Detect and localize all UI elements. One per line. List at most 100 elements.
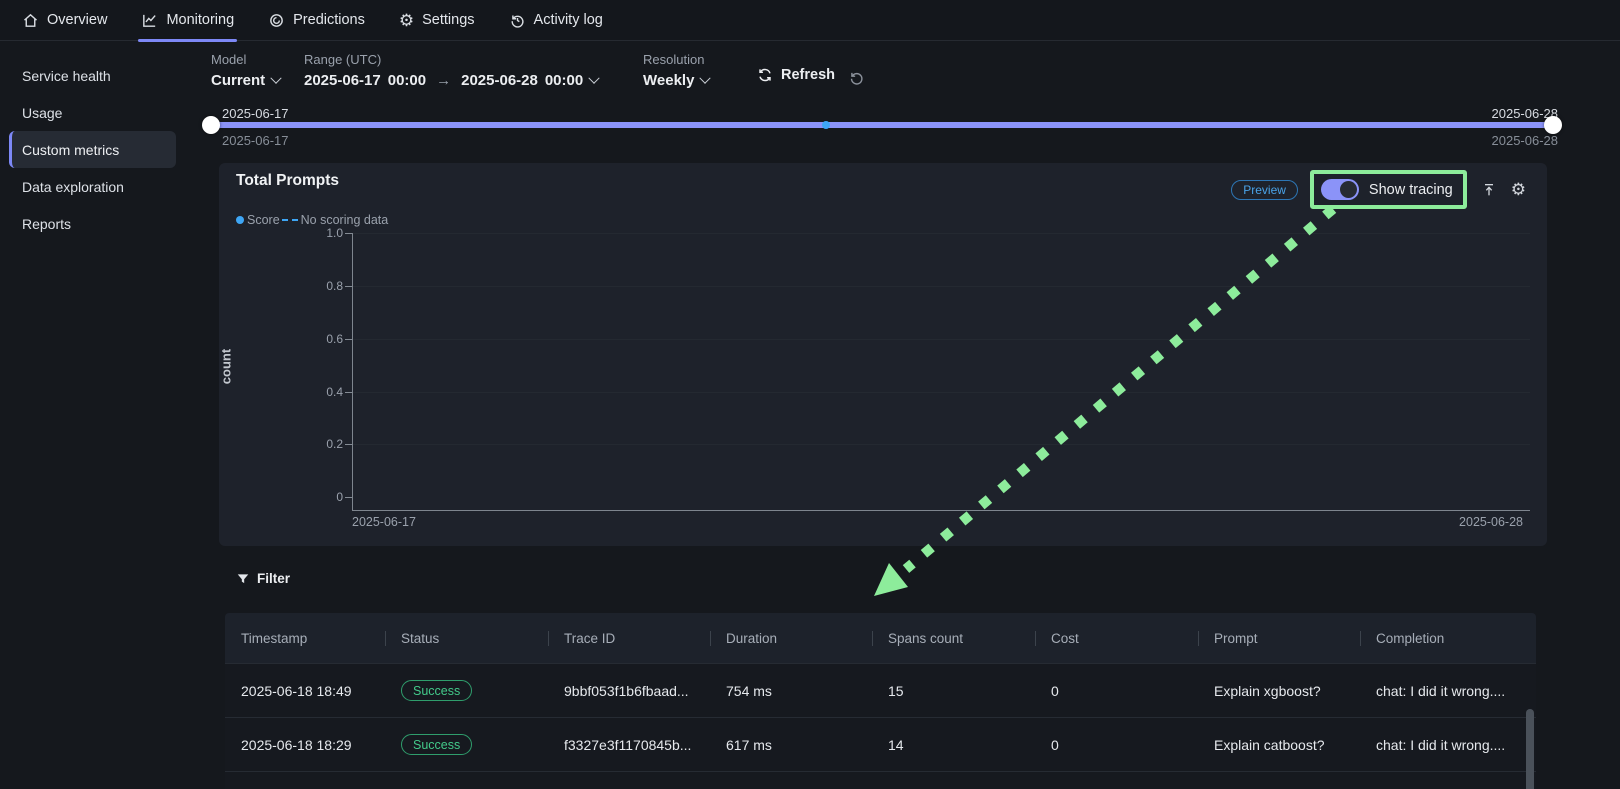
cell-cost: 0 bbox=[1035, 737, 1198, 753]
range-start-time: 00:00 bbox=[388, 72, 426, 89]
slider-end-value: 2025-06-28 bbox=[1492, 133, 1559, 148]
chart-legend: Score No scoring data bbox=[236, 213, 388, 227]
cell-status: Success bbox=[385, 680, 548, 701]
tab-settings[interactable]: ⚙ Settings bbox=[399, 0, 475, 41]
tab-label: Overview bbox=[47, 12, 107, 28]
slider-handle-end[interactable] bbox=[1544, 116, 1562, 134]
table-scrollbar-thumb[interactable] bbox=[1526, 709, 1534, 789]
model-value: Current bbox=[211, 72, 265, 89]
y-axis-line bbox=[352, 233, 353, 510]
y-tick-mark bbox=[345, 339, 352, 340]
column-header-status[interactable]: Status bbox=[385, 631, 548, 646]
status-badge: Success bbox=[401, 734, 472, 755]
gridline bbox=[352, 444, 1530, 445]
legend-label: No scoring data bbox=[301, 213, 389, 227]
undo-icon[interactable] bbox=[848, 69, 865, 86]
range-selector-block: Range (UTC) 2025-06-17 00:00 → 2025-06-2… bbox=[304, 52, 598, 89]
x-axis-start-label: 2025-06-17 bbox=[352, 515, 416, 529]
column-header-completion[interactable]: Completion bbox=[1360, 631, 1523, 646]
y-axis-title: count bbox=[219, 322, 234, 412]
show-tracing-toggle[interactable] bbox=[1321, 179, 1359, 200]
cell-duration: 754 ms bbox=[710, 683, 872, 699]
gridline bbox=[352, 233, 1530, 234]
home-icon bbox=[22, 12, 39, 29]
history-icon bbox=[509, 12, 526, 29]
slider-start-value: 2025-06-17 bbox=[222, 133, 289, 148]
preview-badge: Preview bbox=[1231, 180, 1298, 200]
resolution-value: Weekly bbox=[643, 72, 694, 89]
sidebar-item-usage[interactable]: Usage bbox=[9, 94, 176, 131]
target-icon bbox=[268, 12, 285, 29]
upload-icon[interactable] bbox=[1481, 182, 1497, 198]
cell-trace-id: 9bbf053f1b6fbaad... bbox=[548, 683, 710, 699]
legend-item-no-scoring-data[interactable]: No scoring data bbox=[280, 213, 389, 227]
slider-handle-start[interactable] bbox=[202, 116, 220, 134]
gridline bbox=[352, 286, 1530, 287]
y-tick-label: 0 bbox=[307, 490, 343, 504]
gridline bbox=[352, 339, 1530, 340]
gridline bbox=[352, 392, 1530, 393]
table-row[interactable]: 2025-06-18 18:29 Success f3327e3f1170845… bbox=[225, 717, 1536, 771]
table-row[interactable]: 2025-06-18 18:49 Success 9bbf053f1b6fbaa… bbox=[225, 663, 1536, 717]
filter-control[interactable]: Filter bbox=[236, 571, 290, 586]
tab-label: Settings bbox=[422, 12, 474, 28]
resolution-selector-block: Resolution Weekly bbox=[643, 52, 709, 89]
refresh-button[interactable]: Refresh bbox=[757, 67, 835, 83]
column-header-prompt[interactable]: Prompt bbox=[1198, 631, 1360, 646]
range-end-date: 2025-06-28 bbox=[461, 72, 538, 89]
funnel-icon bbox=[236, 572, 250, 586]
column-header-timestamp[interactable]: Timestamp bbox=[225, 631, 385, 646]
cell-spans-count: 14 bbox=[872, 737, 1035, 753]
model-dropdown[interactable]: Current bbox=[211, 72, 280, 89]
sidebar-item-service-health[interactable]: Service health bbox=[9, 57, 176, 94]
y-tick-label: 0.4 bbox=[307, 385, 343, 399]
table-row-partial bbox=[225, 771, 1536, 788]
cell-prompt: Explain xgboost? bbox=[1198, 683, 1360, 699]
chevron-down-icon bbox=[271, 72, 282, 83]
sidebar-item-reports[interactable]: Reports bbox=[9, 205, 176, 242]
resolution-dropdown[interactable]: Weekly bbox=[643, 72, 709, 89]
main-content: Model Current Range (UTC) 2025-06-17 00:… bbox=[196, 41, 1620, 789]
y-tick-label: 0.2 bbox=[307, 437, 343, 451]
x-axis-line bbox=[352, 510, 1530, 511]
traces-table: Timestamp Status Trace ID Duration Spans… bbox=[225, 613, 1536, 789]
annotation-highlight-box: Show tracing bbox=[1310, 170, 1467, 209]
gear-icon[interactable]: ⚙ bbox=[1511, 181, 1526, 198]
cell-spans-count: 15 bbox=[872, 683, 1035, 699]
legend-dot-icon bbox=[236, 216, 244, 224]
chart-title: Total Prompts bbox=[236, 172, 339, 190]
y-tick-mark bbox=[345, 286, 352, 287]
cell-completion: chat: I did it wrong.... bbox=[1360, 683, 1523, 699]
sidebar-item-custom-metrics[interactable]: Custom metrics bbox=[9, 131, 176, 168]
y-tick-mark bbox=[345, 444, 352, 445]
tab-overview[interactable]: Overview bbox=[22, 0, 107, 41]
top-nav: Overview Monitoring Predictions ⚙ Settin… bbox=[0, 0, 1620, 41]
column-header-cost[interactable]: Cost bbox=[1035, 631, 1198, 646]
tab-predictions[interactable]: Predictions bbox=[268, 0, 365, 41]
range-arrow: → bbox=[433, 72, 454, 89]
tab-label: Activity log bbox=[534, 12, 603, 28]
column-header-trace-id[interactable]: Trace ID bbox=[548, 631, 710, 646]
cell-prompt: Explain catboost? bbox=[1198, 737, 1360, 753]
column-header-spans-count[interactable]: Spans count bbox=[872, 631, 1035, 646]
range-start-date: 2025-06-17 bbox=[304, 72, 381, 89]
model-label: Model bbox=[211, 52, 280, 67]
y-tick-mark bbox=[345, 233, 352, 234]
y-tick-mark bbox=[345, 497, 352, 498]
tab-activity-log[interactable]: Activity log bbox=[509, 0, 603, 41]
refresh-icon bbox=[757, 67, 773, 83]
model-selector-block: Model Current bbox=[211, 52, 280, 89]
range-dropdown[interactable]: 2025-06-17 00:00 → 2025-06-28 00:00 bbox=[304, 72, 598, 89]
cell-trace-id: f3327e3f1170845b... bbox=[548, 737, 710, 753]
tab-monitoring[interactable]: Monitoring bbox=[141, 0, 234, 41]
cell-timestamp: 2025-06-18 18:49 bbox=[225, 683, 385, 699]
chart-actions: Preview Show tracing ⚙ bbox=[1231, 170, 1526, 209]
legend-label: Score bbox=[247, 213, 280, 227]
sidebar-item-data-exploration[interactable]: Data exploration bbox=[9, 168, 176, 205]
date-range-slider: 2025-06-17 2025-06-17 2025-06-28 2025-06… bbox=[196, 101, 1620, 156]
y-tick-label: 0.6 bbox=[307, 332, 343, 346]
column-header-duration[interactable]: Duration bbox=[710, 631, 872, 646]
legend-item-score[interactable]: Score bbox=[236, 213, 280, 227]
slider-track[interactable] bbox=[205, 122, 1559, 128]
y-tick-label: 1.0 bbox=[307, 226, 343, 240]
